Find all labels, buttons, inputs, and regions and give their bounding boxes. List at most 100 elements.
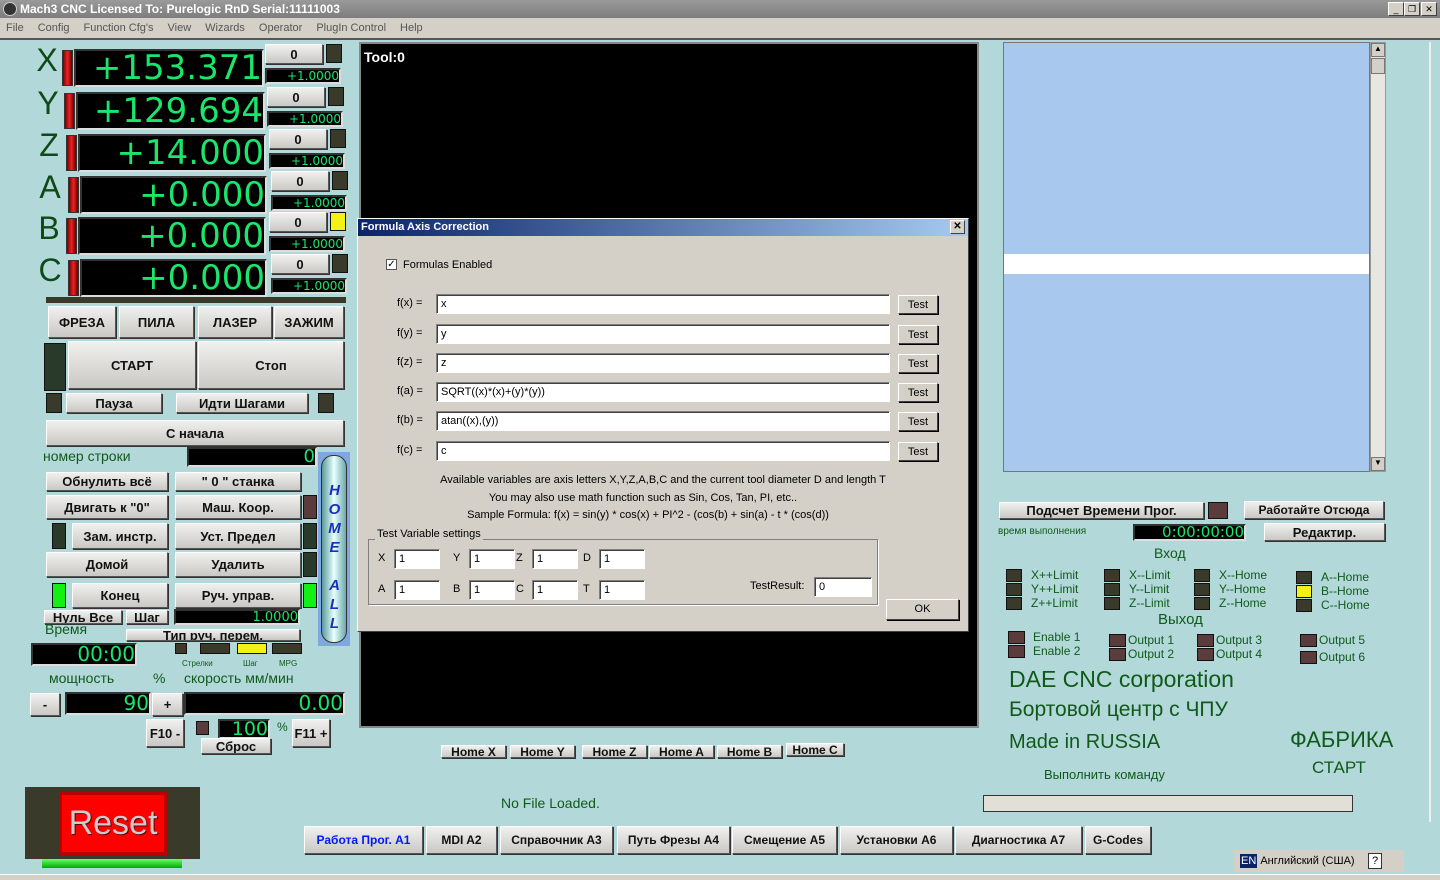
help-icon[interactable]: ? xyxy=(1368,853,1382,869)
ok-button[interactable]: OK xyxy=(886,599,959,620)
soft-limits-button[interactable]: Уст. Предел xyxy=(175,523,301,549)
variable-d-field[interactable]: 1 xyxy=(599,549,645,569)
axis-c-zero-button[interactable]: 0 xyxy=(271,254,329,274)
close-button[interactable]: ✕ xyxy=(1421,2,1437,16)
axis-c-scale[interactable]: +1.0000 xyxy=(271,278,347,294)
axis-a-zero-button[interactable]: 0 xyxy=(271,171,329,191)
menu-wizards[interactable]: Wizards xyxy=(205,18,245,38)
axis-y-zero-button[interactable]: 0 xyxy=(267,87,325,107)
mode-laser-button[interactable]: ЛАЗЕР xyxy=(198,306,272,338)
axis-z-scale[interactable]: +1.0000 xyxy=(269,153,345,169)
home-z-button[interactable]: Home Z xyxy=(582,745,647,758)
variable-a-field[interactable]: 1 xyxy=(394,580,440,600)
home-c-button[interactable]: Home C xyxy=(786,743,844,756)
power-increase-button[interactable]: + xyxy=(152,693,183,716)
machine-coords-button[interactable]: Маш. Коор. xyxy=(175,495,301,519)
rewind-button[interactable]: С начала xyxy=(46,420,344,446)
menu-config[interactable]: Config xyxy=(38,18,70,38)
variable-z-field[interactable]: 1 xyxy=(532,549,578,569)
menu-function-cfgs[interactable]: Function Cfg's xyxy=(84,18,154,38)
machine-zero-button[interactable]: " 0 " станка xyxy=(175,472,301,491)
menu-view[interactable]: View xyxy=(168,18,192,38)
reset-button[interactable]: Reset xyxy=(59,792,167,855)
home-button[interactable]: Домой xyxy=(46,552,168,577)
axis-z-dro[interactable]: +14.000 xyxy=(78,134,266,172)
axis-a-scale[interactable]: +1.0000 xyxy=(271,195,347,211)
mode-mill-button[interactable]: ФРЕЗА xyxy=(48,306,116,338)
home-a-button[interactable]: Home A xyxy=(649,745,714,758)
test-result-field[interactable]: 0 xyxy=(814,577,872,597)
pause-button[interactable]: Пауза xyxy=(66,393,162,413)
jog-type-button[interactable]: Тип руч. перем. xyxy=(126,629,300,641)
axis-x-dro[interactable]: +153.371 xyxy=(74,49,264,87)
home-x-button[interactable]: Home X xyxy=(441,745,506,758)
tool-change-button[interactable]: Зам. инстр. xyxy=(72,523,168,549)
formula-test-button[interactable]: Test xyxy=(898,383,938,402)
tab-4[interactable]: Путь Фрезы A4 xyxy=(617,826,730,854)
menu-operator[interactable]: Operator xyxy=(259,18,302,38)
axis-x-zero-button[interactable]: 0 xyxy=(265,44,323,64)
start-button[interactable]: СТАРТ xyxy=(68,341,196,389)
scroll-down-icon[interactable]: ▼ xyxy=(1371,457,1385,471)
stop-button[interactable]: Стоп xyxy=(198,341,344,389)
tab-5[interactable]: Смещение A5 xyxy=(732,826,837,854)
formula-test-button[interactable]: Test xyxy=(898,412,938,431)
axis-b-scale[interactable]: +1.0000 xyxy=(269,236,345,252)
menu-file[interactable]: File xyxy=(6,18,24,38)
edit-gcode-button[interactable]: Редактир. xyxy=(1264,523,1385,541)
mdi-input[interactable] xyxy=(983,795,1353,812)
formula-field[interactable]: SQRT((x)*(x)+(y)*(y)) xyxy=(436,382,890,402)
variable-x-field[interactable]: 1 xyxy=(394,549,440,569)
tab-6[interactable]: Установки A6 xyxy=(840,826,953,854)
variable-b-field[interactable]: 1 xyxy=(469,580,515,600)
f11-increase-button[interactable]: F11 + xyxy=(292,719,330,747)
home-b-button[interactable]: Home B xyxy=(717,745,782,758)
axis-c-dro[interactable]: +0.000 xyxy=(80,259,267,297)
dialog-close-icon[interactable]: ✕ xyxy=(950,220,965,234)
jog-button[interactable]: Руч. управ. xyxy=(175,583,301,608)
tab-8[interactable]: G-Codes xyxy=(1085,826,1151,854)
home-y-button[interactable]: Home Y xyxy=(510,745,575,758)
tab-1[interactable]: Работа Прог. A1 xyxy=(304,826,423,854)
power-display[interactable]: 90 xyxy=(65,692,151,715)
formula-test-button[interactable]: Test xyxy=(898,295,938,314)
single-step-button[interactable]: Идти Шагами xyxy=(176,393,308,413)
formula-field[interactable]: c xyxy=(436,441,890,461)
maximize-button[interactable]: ❐ xyxy=(1404,2,1420,16)
formulas-enabled-checkbox[interactable]: ✓ xyxy=(386,259,397,270)
menu-help[interactable]: Help xyxy=(400,18,423,38)
formula-field[interactable]: x xyxy=(436,294,890,314)
formula-test-button[interactable]: Test xyxy=(898,354,938,373)
formula-test-button[interactable]: Test xyxy=(898,442,938,461)
formula-field[interactable]: z xyxy=(436,353,890,373)
formula-test-button[interactable]: Test xyxy=(898,325,938,344)
axis-b-zero-button[interactable]: 0 xyxy=(269,212,327,232)
gcode-view[interactable] xyxy=(1003,42,1370,472)
gcode-scrollbar[interactable]: ▲ ▼ xyxy=(1370,42,1386,472)
home-all-button[interactable]: HOME ALL xyxy=(318,452,350,646)
delete-button[interactable]: Удалить xyxy=(175,552,301,577)
menu-plugin-control[interactable]: PlugIn Control xyxy=(316,18,386,38)
scroll-up-icon[interactable]: ▲ xyxy=(1371,43,1385,57)
variable-y-field[interactable]: 1 xyxy=(469,549,515,569)
step-button[interactable]: Шаг xyxy=(126,610,168,624)
axis-a-dro[interactable]: +0.000 xyxy=(80,176,267,214)
axis-z-zero-button[interactable]: 0 xyxy=(269,129,327,149)
line-number-display[interactable]: 0 xyxy=(187,447,317,467)
formula-field[interactable]: y xyxy=(436,324,890,344)
power-decrease-button[interactable]: - xyxy=(30,693,60,716)
feed-override-display[interactable]: 100 xyxy=(218,719,270,739)
scroll-thumb[interactable] xyxy=(1371,58,1385,74)
tab-3[interactable]: Справочник A3 xyxy=(500,826,613,854)
language-bar[interactable]: EN Английский (США) ? xyxy=(1234,850,1404,872)
zero-all-button[interactable]: Обнулить всё xyxy=(46,472,168,491)
axis-x-scale[interactable]: +1.0000 xyxy=(265,68,341,84)
axis-b-dro[interactable]: +0.000 xyxy=(78,217,266,255)
reset-override-button[interactable]: Сброс xyxy=(201,738,271,754)
goto-zero-button[interactable]: Двигать к "0" xyxy=(46,495,168,519)
f10-decrease-button[interactable]: F10 - xyxy=(146,719,184,747)
mode-saw-button[interactable]: ПИЛА xyxy=(119,306,194,338)
variable-t-field[interactable]: 1 xyxy=(599,580,645,600)
mode-clamp-button[interactable]: ЗАЖИМ xyxy=(274,306,344,338)
minimize-button[interactable]: _ xyxy=(1388,2,1404,16)
